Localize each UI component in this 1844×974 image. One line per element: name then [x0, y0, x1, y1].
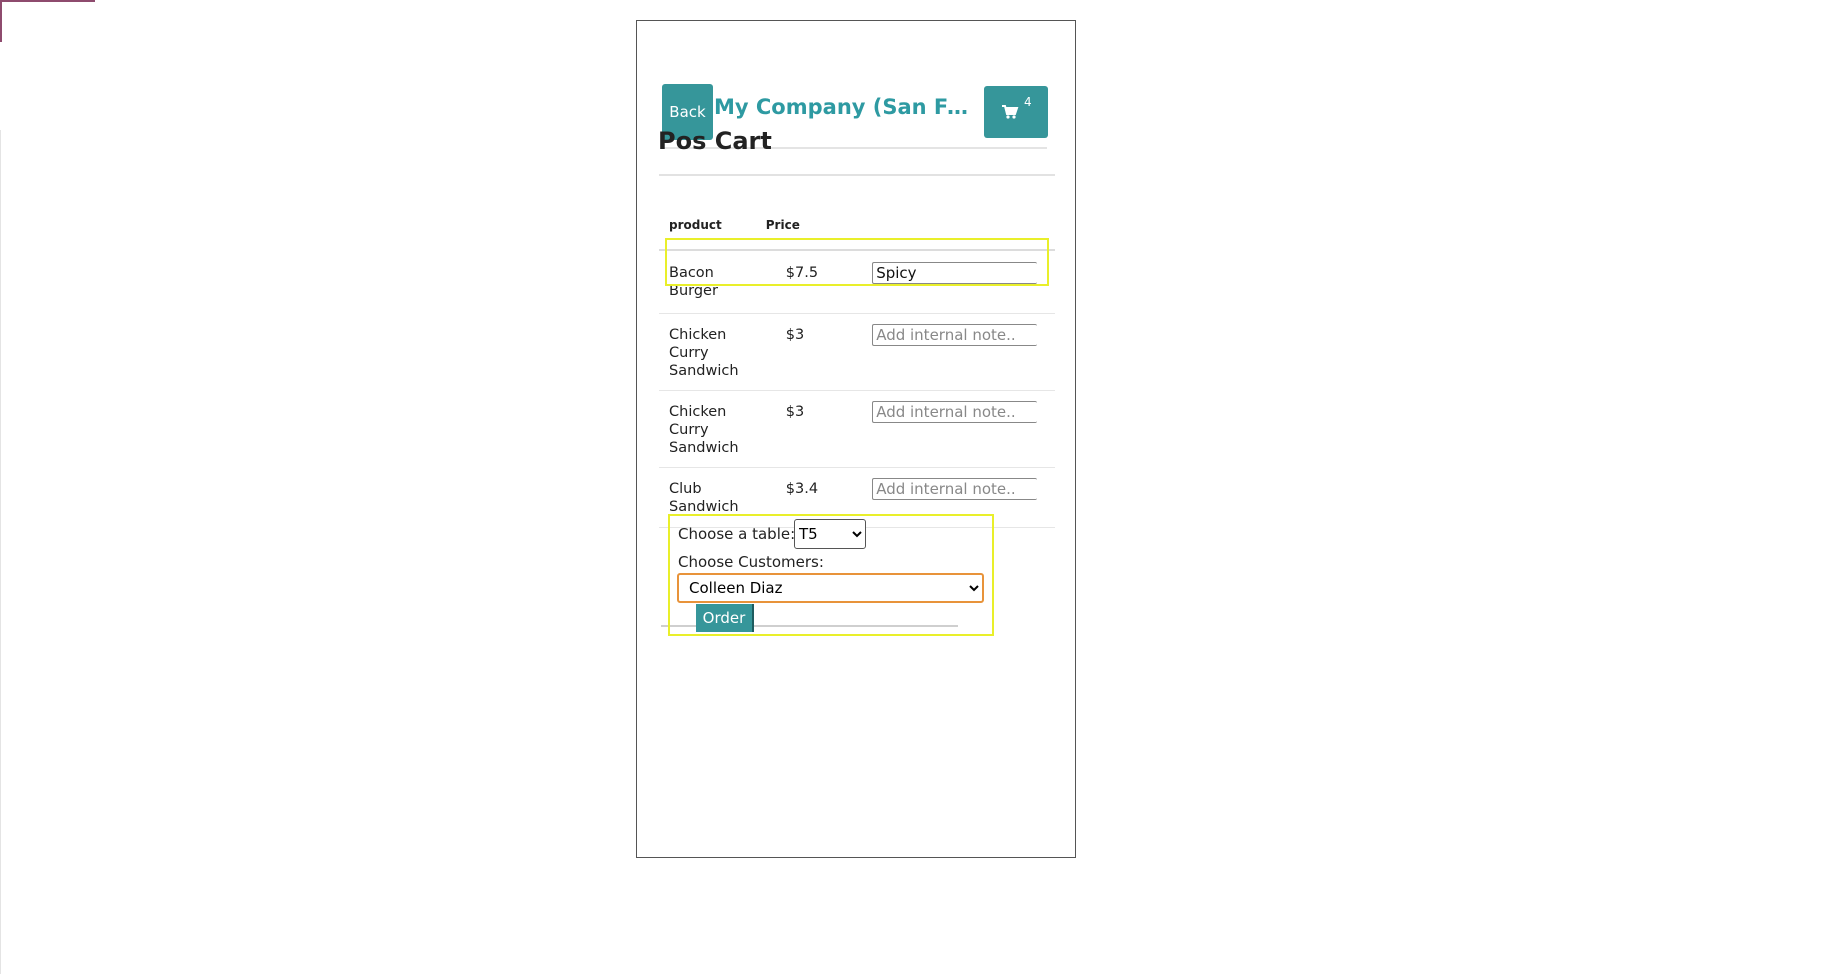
column-header-note [872, 201, 1055, 251]
order-button[interactable]: Order [696, 604, 754, 632]
company-title: My Company (San Francisco) [714, 95, 974, 119]
page-title: Pos Cart [658, 127, 772, 155]
shopping-cart-icon [1002, 105, 1019, 119]
choose-table-label: Choose a table: [678, 525, 796, 543]
cart-button[interactable]: 4 [984, 86, 1048, 138]
internal-note-input[interactable] [872, 324, 1038, 346]
order-form: Choose a table: T5 Choose Customers: Col… [668, 514, 994, 636]
table-header-row: product Price [659, 201, 1055, 251]
product-price: $3 [755, 313, 834, 391]
choose-customers-label: Choose Customers: [678, 553, 824, 571]
internal-note-input[interactable] [872, 401, 1038, 423]
table-row: Chicken Curry Sandwich $3 [659, 313, 1055, 391]
cart-table: product Price Bacon Burger $7.5 Chicken … [659, 201, 1055, 528]
note-cell [872, 250, 1055, 314]
cart-count-badge: 4 [1024, 95, 1032, 109]
product-price: $7.5 [755, 250, 834, 314]
page-edge-divider [0, 130, 1, 974]
note-cell [872, 390, 1055, 468]
customer-select[interactable]: Colleen Diaz [677, 573, 984, 603]
internal-note-input[interactable] [872, 478, 1038, 500]
title-divider [659, 174, 1055, 176]
product-name: Chicken Curry Sandwich [659, 390, 756, 468]
note-cell [872, 313, 1055, 391]
column-header-spacer [833, 201, 873, 251]
table-row: Chicken Curry Sandwich $3 [659, 390, 1055, 468]
corner-border [0, 0, 95, 42]
table-row: Bacon Burger $7.5 [659, 250, 1055, 314]
mobile-frame: Back My Company (San Francisco) 4 Pos Ca… [636, 20, 1076, 858]
table-select[interactable]: T5 [794, 519, 866, 549]
product-price: $3 [755, 390, 834, 468]
product-name: Bacon Burger [659, 250, 756, 314]
column-header-product: product [659, 201, 756, 251]
column-header-price: Price [755, 201, 834, 251]
product-name: Chicken Curry Sandwich [659, 313, 756, 391]
internal-note-input[interactable] [872, 262, 1038, 284]
